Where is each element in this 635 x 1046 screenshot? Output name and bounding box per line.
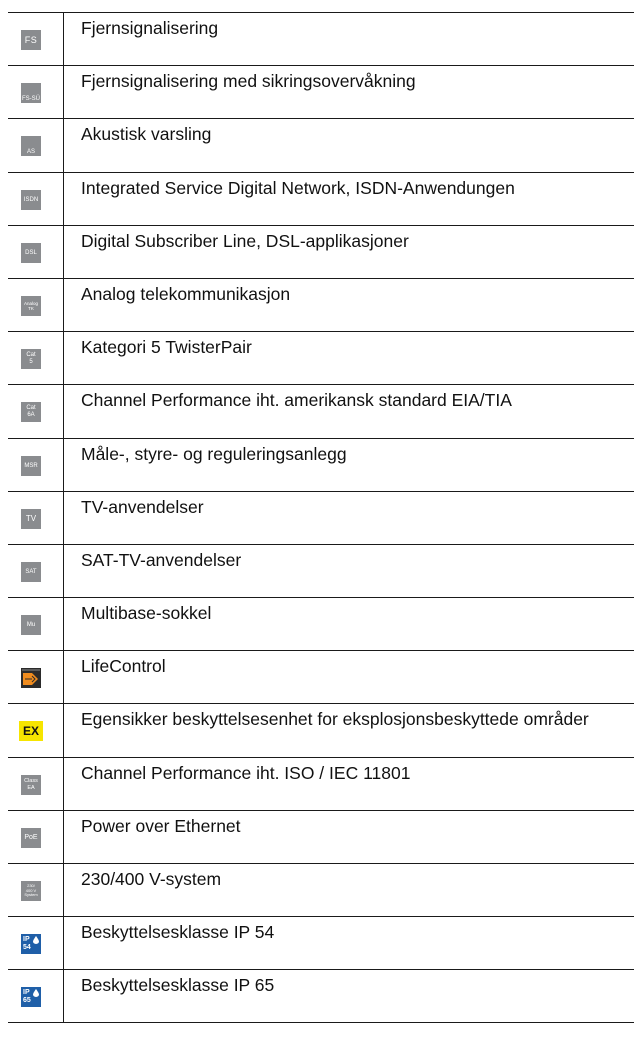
row-label: Channel Performance iht. amerikansk stan… <box>81 390 512 411</box>
row-label: Integrated Service Digital Network, ISDN… <box>81 177 515 198</box>
table-row: IP 65 Beskyttelsesklasse IP 65 <box>8 969 634 1023</box>
ip65-icon: IP 65 <box>21 987 41 1008</box>
icon-cell: FS-SÜ <box>8 66 64 119</box>
fs-remote-signaling-icon: FS <box>21 30 41 50</box>
table-row: SAT SAT-TV-anvendelser <box>8 543 634 598</box>
icon-cell: FS <box>8 13 64 66</box>
water-drop-icon <box>33 936 39 945</box>
row-label: SAT-TV-anvendelser <box>81 549 242 570</box>
lifecontrol-icon <box>21 668 41 689</box>
table-row: ISDN Integrated Service Digital Network,… <box>8 171 634 225</box>
icon-cell <box>8 651 64 704</box>
poe-icon: PoE <box>21 827 41 848</box>
table-row: Cat 5 Kategori 5 TwisterPair <box>8 331 634 385</box>
dsl-icon: DSL <box>21 242 41 263</box>
row-label: TV-anvendelser <box>81 496 204 517</box>
isdn-icon: ISDN <box>21 189 41 210</box>
icon-cell: IP 65 <box>8 970 64 1022</box>
symbol-legend-table: FS Fjernsignalisering FS-SÜ Fjernsignali… <box>8 12 634 1023</box>
row-label: Multibase-sokkel <box>81 603 212 624</box>
mu-multibase-icon: Mu <box>21 615 41 636</box>
icon-cell: MSR <box>8 438 64 491</box>
row-label: Analog telekommunikasjon <box>81 283 291 304</box>
water-drop-icon <box>33 989 39 998</box>
row-label: Power over Ethernet <box>81 815 241 836</box>
table-row: IP 54 Beskyttelsesklasse IP 54 <box>8 916 634 970</box>
row-label: Kategori 5 TwisterPair <box>81 337 252 358</box>
ex-explosion-protection-icon: EX <box>19 721 43 742</box>
table-row: EX Egensikker beskyttelsesenhet for eksp… <box>8 703 634 757</box>
icon-cell: Class EA <box>8 757 64 810</box>
table-row: TV TV-anvendelser <box>8 490 634 544</box>
row-label: Digital Subscriber Line, DSL-applikasjon… <box>81 230 409 251</box>
table-row: FS Fjernsignalisering <box>8 12 634 66</box>
table-row: 230/ 400 V System 230/400 V-system <box>8 863 634 917</box>
table-row: Cat 6A Channel Performance iht. amerikan… <box>8 384 634 438</box>
sat-icon: SAT <box>21 561 41 582</box>
icon-cell: Mu <box>8 598 64 651</box>
table-row: Class EA Channel Performance iht. ISO / … <box>8 756 634 810</box>
icon-cell: AS <box>8 119 64 172</box>
analog-tk-icon: Analog TK <box>21 295 41 316</box>
icon-cell: IP 54 <box>8 917 64 970</box>
icon-cell: Analog TK <box>8 278 64 332</box>
table-row: PoE Power over Ethernet <box>8 809 634 863</box>
row-label: Egensikker beskyttelsesenhet for eksplos… <box>81 709 589 730</box>
table-row: Analog TK Analog telekommunikasjon <box>8 277 634 332</box>
icon-cell: 230/ 400 V System <box>8 864 64 917</box>
row-label: Måle-, styre- og reguleringsanlegg <box>81 443 347 464</box>
icon-cell: Cat 6A <box>8 385 64 438</box>
tv-icon: TV <box>21 508 41 529</box>
lifecontrol-arrow-icon <box>21 668 41 689</box>
icon-cell: Cat 5 <box>8 332 64 385</box>
icon-cell: DSL <box>8 225 64 278</box>
row-label: Fjernsignalisering med sikringsovervåkni… <box>81 71 416 92</box>
table-row: LifeControl <box>8 650 634 704</box>
icon-cell: SAT <box>8 544 64 598</box>
icon-cell: ISDN <box>8 172 64 225</box>
row-label: Akustisk varsling <box>81 124 212 145</box>
cat6a-icon: Cat 6A <box>21 402 41 423</box>
table-row: FS-SÜ Fjernsignalisering med sikringsove… <box>8 65 634 119</box>
230-400v-system-icon: 230/ 400 V System <box>21 881 41 901</box>
table-row: Mu Multibase-sokkel <box>8 597 634 651</box>
cat5-icon: Cat 5 <box>21 349 41 370</box>
class-ea-icon: Class EA <box>21 774 41 795</box>
fs-su-fuse-monitoring-icon: FS-SÜ <box>21 83 41 104</box>
table-row: AS Akustisk varsling <box>8 118 634 172</box>
icon-cell: PoE <box>8 810 64 863</box>
table-row: DSL Digital Subscriber Line, DSL-applika… <box>8 224 634 278</box>
ip54-icon: IP 54 <box>21 934 41 955</box>
as-acoustic-warning-icon: AS <box>21 136 41 157</box>
row-label: Beskyttelsesklasse IP 65 <box>81 975 275 996</box>
icon-cell: TV <box>8 491 64 544</box>
msr-icon: MSR <box>21 455 41 476</box>
row-label: Beskyttelsesklasse IP 54 <box>81 922 275 943</box>
row-label: LifeControl <box>81 656 166 677</box>
icon-cell: EX <box>8 704 64 757</box>
row-label: 230/400 V-system <box>81 869 222 889</box>
table-row: MSR Måle-, styre- og reguleringsanlegg <box>8 437 634 491</box>
row-label: Fjernsignalisering <box>81 18 219 38</box>
row-label: Channel Performance iht. ISO / IEC 11801 <box>81 762 411 783</box>
